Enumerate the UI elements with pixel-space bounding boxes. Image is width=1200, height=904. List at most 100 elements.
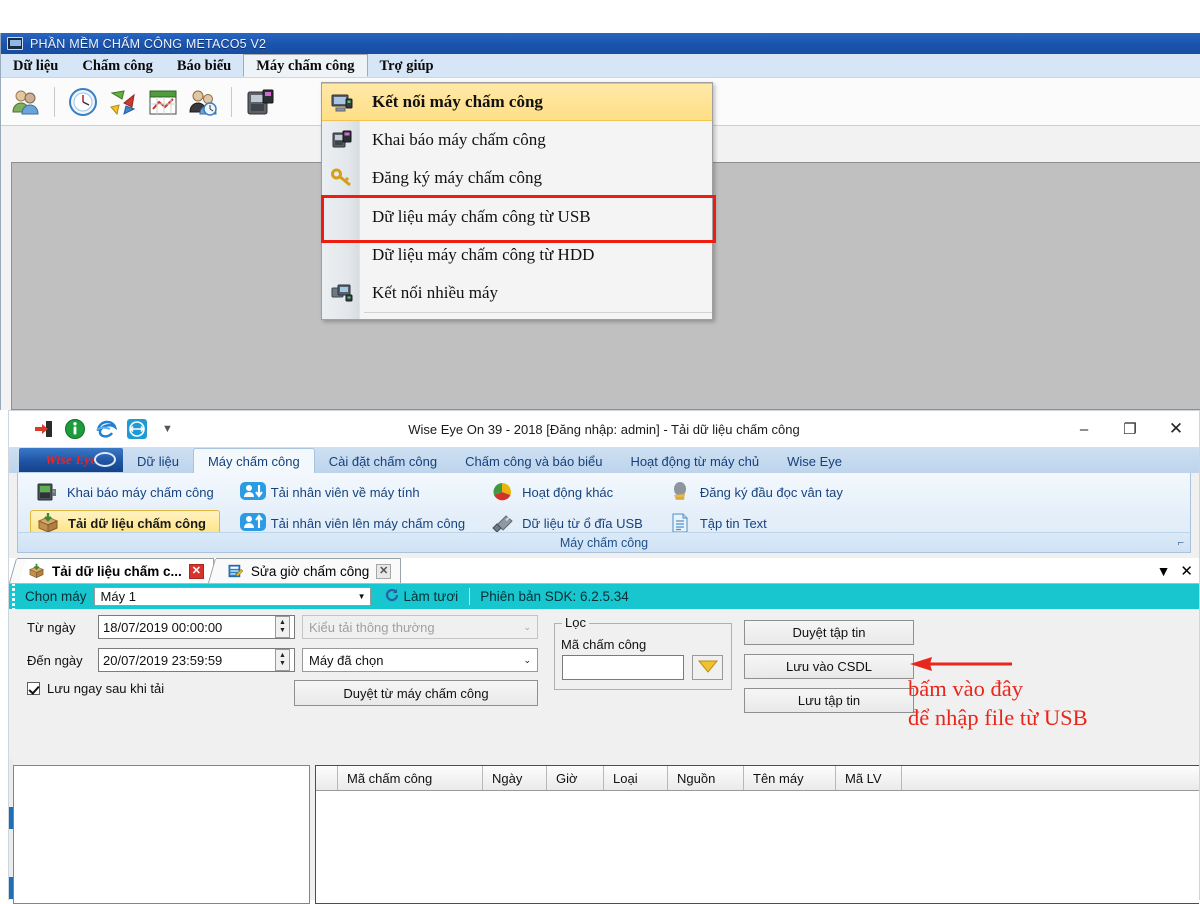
ribbon-item-label: Tải nhân viên về máy tính <box>271 485 420 500</box>
employee-list-panel[interactable] <box>13 765 310 904</box>
menu-may-cham-cong[interactable]: Máy chấm công <box>243 54 367 77</box>
save-after-download-checkbox[interactable]: Lưu ngay sau khi tải <box>27 681 164 696</box>
ribbon-panel: Khai báo máy chấm công Tải dữ liệu chấm … <box>17 473 1191 553</box>
menu-item-label: Khai báo máy chấm công <box>372 130 546 150</box>
sync-icon[interactable] <box>106 85 140 119</box>
menu-item-ket-noi-nhieu-may[interactable]: Kết nối nhiều máy <box>322 274 712 312</box>
calendar-report-icon[interactable] <box>146 85 180 119</box>
employees-icon[interactable] <box>9 85 43 119</box>
menu-item-khai-bao-may-cham-cong[interactable]: Khai báo máy chấm công <box>322 121 712 159</box>
teamviewer-icon[interactable] <box>126 418 148 440</box>
close-button[interactable]: ✕ <box>1153 411 1199 447</box>
doc-tab-tai-du-lieu-cham-cong[interactable]: Tải dữ liệu chấm c... ✕ <box>17 558 214 583</box>
grid-col-gio[interactable]: Giờ <box>547 766 604 790</box>
to-date-label: Đến ngày <box>27 653 83 668</box>
chevron-down-icon: ⌄ <box>523 622 531 633</box>
grid-col-ma-lv[interactable]: Mã LV <box>836 766 902 790</box>
ribbon-column-3: Hoạt động khác Dữ liệu từ ổ đĩa USB <box>485 479 663 536</box>
filter-group-title: Lọc <box>562 615 589 630</box>
grid-col-ma-cham-cong[interactable]: Mã chấm công <box>338 766 483 790</box>
grid-rows-container[interactable] <box>316 791 1199 903</box>
ribbon-tab-strip: Wise Eye Dữ liệu Máy chấm công Cài đặt c… <box>9 447 1199 473</box>
menu-separator-2 <box>364 312 712 313</box>
attendance-data-grid: Mã chấm công Ngày Giờ Loại Nguồn Tên máy… <box>315 765 1199 904</box>
ribbon-hoat-dong-khac[interactable]: Hoạt động khác <box>485 479 649 505</box>
menu-item-du-lieu-hdd[interactable]: Dữ liệu máy chấm công từ HDD <box>322 236 712 274</box>
clock-icon[interactable] <box>66 85 100 119</box>
tab-wise-eye[interactable]: Wise Eye <box>773 450 856 473</box>
annotation-arrow <box>908 655 1012 673</box>
tab-close-active-icon[interactable]: ✕ <box>1180 562 1193 580</box>
checkbox-box <box>27 682 40 695</box>
save-to-database-button[interactable]: Lưu vào CSDL <box>744 654 914 679</box>
filter-dropdown-button[interactable] <box>692 655 723 680</box>
tab-cham-cong-va-bao-bieu[interactable]: Chấm công và báo biểu <box>451 450 616 473</box>
info-icon[interactable] <box>64 418 86 440</box>
wise-title-bar: ▼ Wise Eye On 39 - 2018 [Đăng nhập: admi… <box>9 411 1199 447</box>
save-after-download-label: Lưu ngay sau khi tải <box>47 681 164 696</box>
staff-time-icon[interactable] <box>186 85 220 119</box>
grid-col-nguon[interactable]: Nguồn <box>668 766 744 790</box>
ribbon-tai-nhan-vien-ve-may-tinh[interactable]: Tải nhân viên về máy tính <box>234 479 471 505</box>
grid-col-ngay[interactable]: Ngày <box>483 766 547 790</box>
dialog-launcher-icon[interactable]: ⌐ <box>1178 537 1184 549</box>
legacy-title-bar: PHẦN MỀM CHẤM CÔNG METACO5 V2 <box>1 33 1200 54</box>
menu-item-label: Đăng ký máy chấm công <box>372 168 542 188</box>
menu-item-label: Dữ liệu máy chấm công từ USB <box>372 207 591 227</box>
download-form-area: Từ ngày 18/07/2019 00:00:00 ▲ ▼ Đến ngày… <box>9 609 1199 715</box>
exit-icon[interactable] <box>33 418 55 440</box>
ribbon-item-label: Tập tin Text <box>700 516 767 531</box>
wise-eye-window: ▼ Wise Eye On 39 - 2018 [Đăng nhập: admi… <box>8 410 1200 900</box>
menu-du-lieu[interactable]: Dữ liệu <box>1 54 70 77</box>
refresh-label: Làm tươi <box>404 589 459 604</box>
browse-from-device-button[interactable]: Duyệt từ máy chấm công <box>294 680 538 706</box>
wise-eye-logo-button[interactable]: Wise Eye <box>19 448 123 472</box>
internet-explorer-icon[interactable] <box>95 418 117 440</box>
menu-item-ket-noi-may-cham-cong[interactable]: Kết nối máy chấm công <box>322 83 712 121</box>
doc-tab-sua-gio-cham-cong[interactable]: Sửa giờ chấm công ✕ <box>216 558 401 583</box>
device-icon <box>36 481 58 503</box>
tab-may-cham-cong[interactable]: Máy chấm công <box>193 448 315 473</box>
device-icon[interactable] <box>243 85 277 119</box>
browse-file-button[interactable]: Duyệt tập tin <box>744 620 914 645</box>
grid-col-ten-may[interactable]: Tên máy <box>744 766 836 790</box>
menu-item-du-lieu-usb[interactable]: Dữ liệu máy chấm công từ USB <box>322 198 712 236</box>
menu-item-label: Dữ liệu máy chấm công từ HDD <box>372 245 594 265</box>
toolbar-grip[interactable] <box>9 588 18 605</box>
monitor-connect-icon <box>331 93 353 113</box>
grid-col-loai[interactable]: Loại <box>604 766 668 790</box>
maximize-button[interactable]: ❐ <box>1107 411 1153 447</box>
minimize-button[interactable]: – <box>1061 411 1107 447</box>
menu-item-dang-ky-may-cham-cong[interactable]: Đăng ký máy chấm công <box>322 159 712 197</box>
tab-du-lieu[interactable]: Dữ liệu <box>123 450 193 473</box>
tab-cai-dat-cham-cong[interactable]: Cài đặt chấm công <box>315 450 451 473</box>
customize-caret-icon[interactable]: ▼ <box>162 423 173 435</box>
tab-list-dropdown-icon[interactable]: ▼ <box>1157 563 1171 579</box>
wise-eye-logo-label: Wise Eye <box>45 452 96 468</box>
doc-tab-close-icon[interactable]: ✕ <box>376 564 391 579</box>
pie-chart-icon <box>491 481 513 503</box>
ribbon-item-label: Tải dữ liệu chấm công <box>68 516 206 531</box>
doc-tab-close-icon[interactable]: ✕ <box>189 564 204 579</box>
from-date-value: 18/07/2019 00:00:00 <box>103 620 222 635</box>
machine-scope-combo[interactable]: Máy đã chọn ⌄ <box>302 648 538 672</box>
menu-bao-bieu[interactable]: Báo biểu <box>165 54 243 77</box>
user-upload-icon <box>240 512 262 534</box>
ribbon-dang-ky-dau-doc-van-tay[interactable]: Đăng ký đầu đọc vân tay <box>663 479 849 505</box>
menu-tro-giup[interactable]: Trợ giúp <box>368 54 446 77</box>
from-date-input[interactable]: 18/07/2019 00:00:00 ▲ ▼ <box>98 615 295 639</box>
filter-field-label: Mã chấm công <box>561 637 646 652</box>
to-date-spinner[interactable]: ▲ ▼ <box>275 649 290 671</box>
text-file-icon <box>669 512 691 534</box>
machine-select-combo[interactable]: Máy 1 ▼ <box>94 587 371 606</box>
device-config-icon <box>331 130 353 150</box>
refresh-button[interactable]: Làm tươi <box>377 588 467 605</box>
download-mode-combo[interactable]: Kiểu tải thông thường ⌄ <box>302 615 538 639</box>
tab-hoat-dong-tu-may-chu[interactable]: Hoạt động từ máy chủ <box>616 450 773 473</box>
from-date-spinner[interactable]: ▲ ▼ <box>275 616 290 638</box>
menu-cham-cong[interactable]: Chấm công <box>70 54 165 77</box>
to-date-input[interactable]: 20/07/2019 23:59:59 ▲ ▼ <box>98 648 295 672</box>
ribbon-khai-bao-may-cham-cong[interactable]: Khai báo máy chấm công <box>30 479 220 505</box>
filter-code-input[interactable] <box>562 655 684 680</box>
save-file-button[interactable]: Lưu tập tin <box>744 688 914 713</box>
